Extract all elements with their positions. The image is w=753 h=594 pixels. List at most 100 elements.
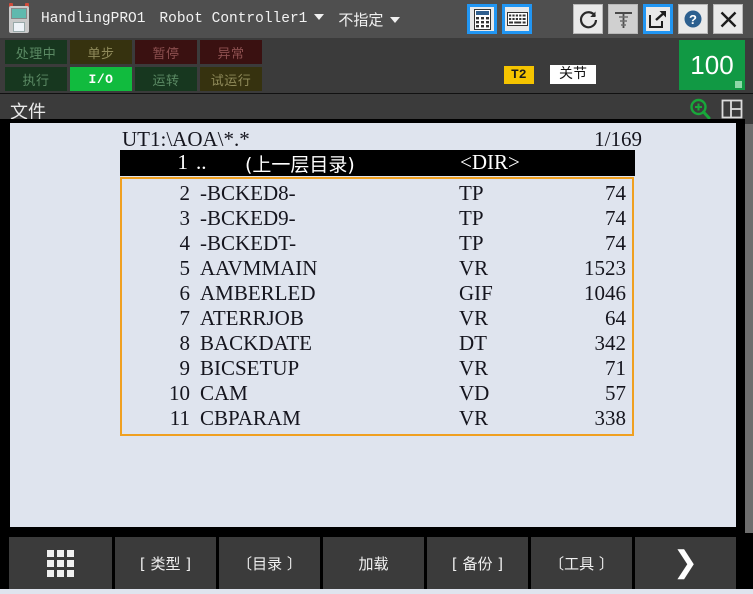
row-number: 10 xyxy=(169,381,190,405)
row-name: AAVMMAIN xyxy=(200,256,318,280)
backup-button[interactable]: [ 备份 ] xyxy=(427,537,528,589)
table-row[interactable]: 10 CAM VD 57 xyxy=(122,381,632,406)
file-list[interactable]: 2 -BCKED8- TP 74 3 -BCKED9- TP 74 4 -BCK… xyxy=(120,177,634,436)
row-type: DT xyxy=(459,331,487,355)
parent-row-name: .. xyxy=(196,150,207,174)
status-indicator-execute: 执行 xyxy=(5,67,67,91)
status-indicator-grid: 处理中 单步 暂停 异常 执行 I/O 运转 试运行 xyxy=(5,40,262,91)
row-name: BICSETUP xyxy=(200,356,300,380)
status-indicator-step: 单步 xyxy=(70,40,132,64)
window-layout-glyph xyxy=(721,99,743,119)
path-row: UT1:\AOA\*.* 1/169 xyxy=(122,127,642,152)
row-number: 3 xyxy=(179,206,191,230)
jump-icon[interactable] xyxy=(643,4,673,34)
row-size: 342 xyxy=(594,331,627,355)
table-row[interactable]: 11 CBPARAM VR 338 xyxy=(122,406,632,431)
file-browser-panel: UT1:\AOA\*.* 1/169 1 .. (上一层目录) <DIR> 2 … xyxy=(10,123,736,527)
chevron-down-icon xyxy=(390,16,401,23)
bottom-edge-strip xyxy=(0,589,753,594)
row-number: 9 xyxy=(179,356,191,380)
parent-row-desc: (上一层目录) xyxy=(245,154,355,176)
row-type: VR xyxy=(459,256,489,280)
table-row[interactable]: 9 BICSETUP VR 71 xyxy=(122,356,632,381)
row-size: 74 xyxy=(605,181,626,205)
robot-axes-glyph xyxy=(614,11,632,28)
table-row[interactable]: 4 -BCKEDT- TP 74 xyxy=(122,231,632,256)
row-type: VR xyxy=(459,406,489,430)
table-row[interactable]: 6 AMBERLED GIF 1046 xyxy=(122,281,632,306)
close-icon[interactable] xyxy=(713,4,743,34)
status-indicator-alarm: 异常 xyxy=(200,40,262,64)
row-number: 7 xyxy=(179,306,191,330)
row-type: VR xyxy=(459,306,489,330)
status-strip: T2 关节 处理中 单步 暂停 异常 执行 I/O 运转 试运行 100 xyxy=(0,38,753,93)
status-indicator-running: 运转 xyxy=(135,67,197,91)
robot-axes-icon[interactable] xyxy=(608,4,638,34)
refresh-icon[interactable] xyxy=(573,4,603,34)
row-size: 64 xyxy=(605,306,626,330)
row-type: TP xyxy=(459,181,484,205)
parent-row-number: 1 xyxy=(177,150,189,174)
row-number: 8 xyxy=(179,331,191,355)
row-number: 4 xyxy=(179,231,191,255)
chevron-down-icon xyxy=(314,14,325,20)
refresh-glyph xyxy=(579,10,597,28)
controller-selector[interactable]: Robot Controller1 xyxy=(159,11,325,27)
row-type: TP xyxy=(459,206,484,230)
next-page-button[interactable]: ❯ xyxy=(635,537,736,589)
mode-selector[interactable]: 不指定 xyxy=(338,9,401,30)
parent-directory-row[interactable]: 1 .. (上一层目录) <DIR> xyxy=(120,150,635,176)
type-button[interactable]: [ 类型 ] xyxy=(115,537,216,589)
load-button[interactable]: 加载 xyxy=(323,537,424,589)
table-row[interactable]: 5 AAVMMAIN VR 1523 xyxy=(122,256,632,281)
row-size: 1046 xyxy=(584,281,626,305)
speed-override-display[interactable]: 100 xyxy=(679,40,745,90)
row-size: 71 xyxy=(605,356,626,380)
row-size: 57 xyxy=(605,381,626,405)
bottom-toolbar: [ 类型 ] 〔目录 〕 加载 [ 备份 ] 〔工具 〕 ❯ xyxy=(0,533,753,594)
directory-button[interactable]: 〔目录 〕 xyxy=(219,537,320,589)
item-counter: 1/169 xyxy=(594,127,642,151)
bottom-toolbar-buttons: [ 类型 ] 〔目录 〕 加载 [ 备份 ] 〔工具 〕 ❯ xyxy=(9,537,736,589)
coordinate-mode-badge: 关节 xyxy=(550,65,596,84)
row-name: -BCKED9- xyxy=(200,206,296,230)
row-type: TP xyxy=(459,231,484,255)
zoom-in-glyph xyxy=(690,98,711,120)
row-name: BACKDATE xyxy=(200,331,313,355)
parent-row-type: <DIR> xyxy=(460,150,520,174)
row-name: CAM xyxy=(200,381,248,405)
table-row[interactable]: 8 BACKDATE DT 342 xyxy=(122,331,632,356)
help-glyph: ? xyxy=(684,10,702,28)
pendant-panel-glyph xyxy=(473,8,491,30)
row-name: -BCKED8- xyxy=(200,181,296,205)
teach-pendant-screen: HandlingPRO1 Robot Controller1 不指定 ? T2 … xyxy=(0,0,753,594)
row-number: 5 xyxy=(179,256,191,280)
app-grid-glyph xyxy=(47,549,74,577)
row-size: 1523 xyxy=(584,256,626,280)
row-number: 6 xyxy=(179,281,191,305)
row-type: VD xyxy=(459,381,490,405)
title-bar: HandlingPRO1 Robot Controller1 不指定 ? xyxy=(0,0,753,38)
table-row[interactable]: 2 -BCKED8- TP 74 xyxy=(122,181,632,206)
mode-label: 不指定 xyxy=(338,10,384,29)
table-row[interactable]: 3 -BCKED9- TP 74 xyxy=(122,206,632,231)
pendant-icon xyxy=(6,2,32,36)
app-grid-icon[interactable] xyxy=(9,537,112,589)
chevron-right-icon: ❯ xyxy=(672,546,699,579)
table-row[interactable]: 7 ATERRJOB VR 64 xyxy=(122,306,632,331)
row-size: 74 xyxy=(605,231,626,255)
row-name: CBPARAM xyxy=(200,406,301,430)
tools-button[interactable]: 〔工具 〕 xyxy=(531,537,632,589)
svg-text:?: ? xyxy=(689,12,697,27)
keyboard-icon[interactable] xyxy=(502,4,532,34)
pendant-panel-icon[interactable] xyxy=(467,4,497,34)
status-indicator-testrun: 试运行 xyxy=(200,67,262,91)
help-icon[interactable]: ? xyxy=(678,4,708,34)
row-type: VR xyxy=(459,356,489,380)
status-indicator-processing: 处理中 xyxy=(5,40,67,64)
status-indicator-pause: 暂停 xyxy=(135,40,197,64)
row-name: AMBERLED xyxy=(200,281,316,305)
row-number: 2 xyxy=(179,181,191,205)
status-mid-panel: T2 关节 xyxy=(257,40,666,90)
teach-mode-badge: T2 xyxy=(504,66,534,84)
